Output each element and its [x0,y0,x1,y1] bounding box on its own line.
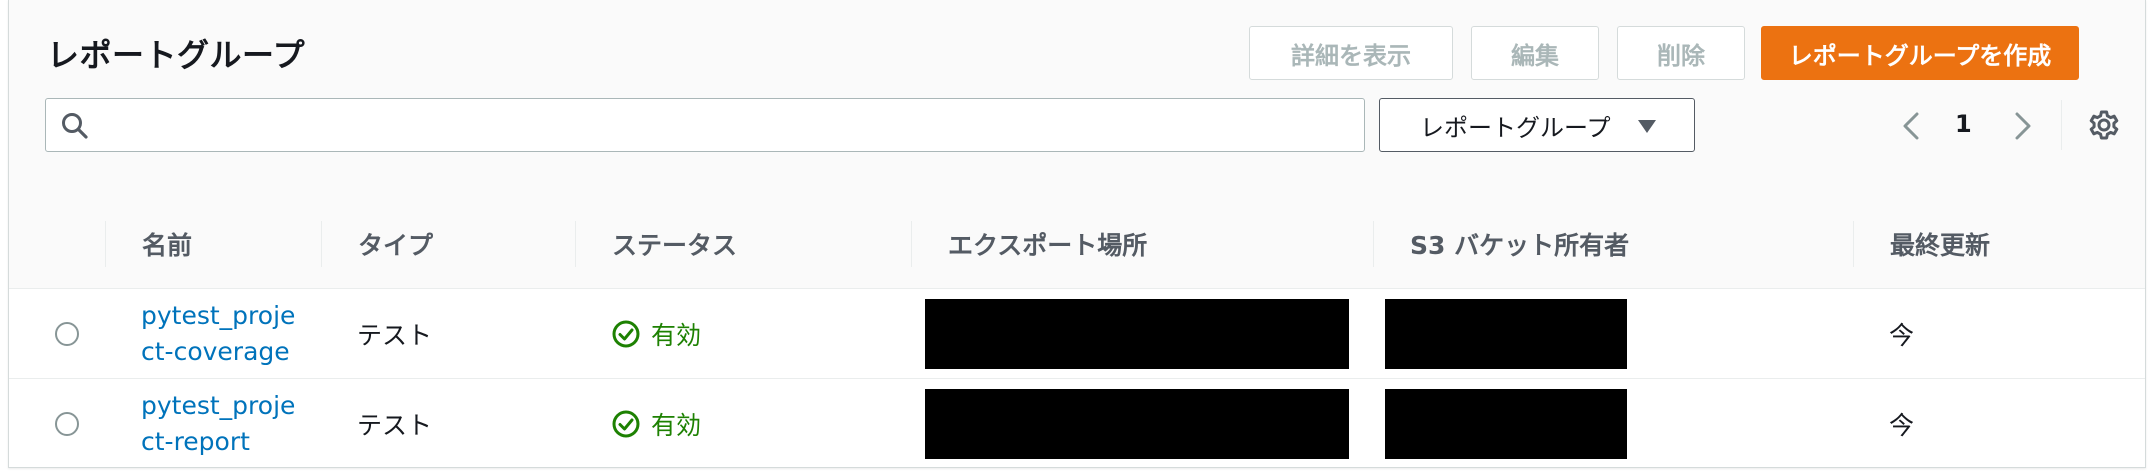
row-radio[interactable] [55,321,79,346]
current-page-number[interactable]: 1 [1955,110,1972,138]
create-report-group-button[interactable]: レポートグループを作成 [1761,26,2079,80]
header-last-updated[interactable]: 最終更新 [1853,200,2145,289]
report-groups-table: 名前 タイプ ステータス エクスポート場所 S3 バケット所有者 最終更新 py… [9,200,2145,468]
header-bucket-owner[interactable]: S3 バケット所有者 [1373,200,1853,289]
page-title: レポートグループ [47,36,306,74]
type-cell: テスト [357,320,433,350]
header-select [9,200,105,289]
panel-header: レポートグループ 詳細を表示 編集 削除 レポートグループを作成 レポートグルー… [9,0,2145,201]
header-export-location[interactable]: エクスポート場所 [911,200,1373,289]
report-group-link[interactable]: pytest_project-coverage [141,298,301,370]
check-circle-icon [612,320,640,347]
search-input[interactable] [106,107,1350,145]
report-groups-panel: レポートグループ 詳細を表示 編集 削除 レポートグループを作成 レポートグルー… [8,0,2146,468]
status-text: 有効 [651,410,702,440]
divider [2061,100,2062,150]
status-badge: 有効 [611,316,911,352]
redacted-export-location [925,298,1349,369]
property-filter-select[interactable]: レポートグループ [1379,98,1695,152]
caret-down-icon [1638,120,1656,133]
row-radio[interactable] [55,411,79,436]
last-updated-cell: 今 [1889,320,1915,350]
redacted-bucket-owner [1385,298,1627,369]
chevron-right-icon[interactable] [2007,108,2037,144]
edit-button[interactable]: 編集 [1471,26,1599,80]
header-name[interactable]: 名前 [105,200,321,289]
check-circle-icon [612,410,640,437]
report-group-link[interactable]: pytest_project-report [141,388,301,460]
select-value: レポートグループ [1420,113,1611,142]
delete-button[interactable]: 削除 [1617,26,1745,80]
search-box[interactable] [45,98,1365,152]
header-status[interactable]: ステータス [575,200,911,289]
status-badge: 有効 [611,406,911,442]
table-row[interactable]: pytest_project-report テスト 有効 今 [9,379,2145,469]
redacted-bucket-owner [1385,388,1627,459]
search-icon [62,113,88,139]
last-updated-cell: 今 [1889,410,1915,440]
table-header-row: 名前 タイプ ステータス エクスポート場所 S3 バケット所有者 最終更新 [9,200,2145,289]
header-type[interactable]: タイプ [321,200,575,289]
type-cell: テスト [357,410,433,440]
status-text: 有効 [651,320,702,350]
redacted-export-location [925,388,1349,459]
table-row[interactable]: pytest_project-coverage テスト 有効 今 [9,288,2145,379]
view-details-button[interactable]: 詳細を表示 [1249,26,1453,80]
chevron-left-icon[interactable] [1897,108,1927,144]
gear-icon[interactable] [2087,108,2121,142]
